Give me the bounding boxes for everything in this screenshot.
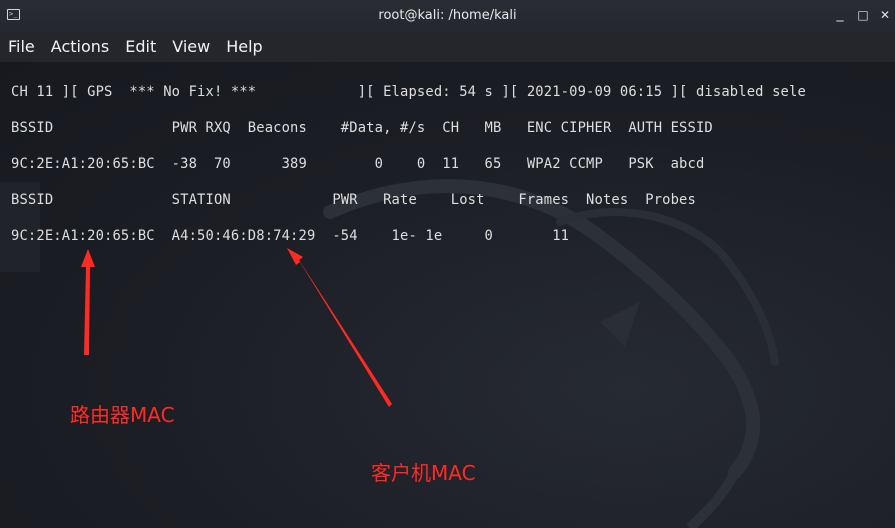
menu-edit[interactable]: Edit — [117, 32, 164, 62]
menu-actions[interactable]: Actions — [43, 32, 117, 62]
close-button[interactable]: ✕ — [877, 8, 893, 22]
window-title: root@kali: /home/kali — [378, 8, 517, 23]
client-mac-label: 客户机MAC — [371, 461, 476, 485]
menu-file[interactable]: File — [0, 32, 43, 62]
terminal-output[interactable]: CH 11 ][ GPS *** No Fix! *** ][ Elapsed:… — [0, 62, 895, 528]
menu-bar: File Actions Edit View Help — [0, 32, 895, 62]
router-arrow — [81, 249, 95, 355]
menu-view[interactable]: View — [164, 32, 218, 62]
client-arrow — [287, 248, 392, 407]
window-titlebar: >_ root@kali: /home/kali _ □ ✕ — [0, 0, 895, 32]
maximize-button[interactable]: □ — [855, 8, 871, 22]
router-mac-label: 路由器MAC — [70, 403, 175, 427]
minimize-button[interactable]: _ — [832, 6, 848, 22]
menu-help[interactable]: Help — [218, 32, 270, 62]
